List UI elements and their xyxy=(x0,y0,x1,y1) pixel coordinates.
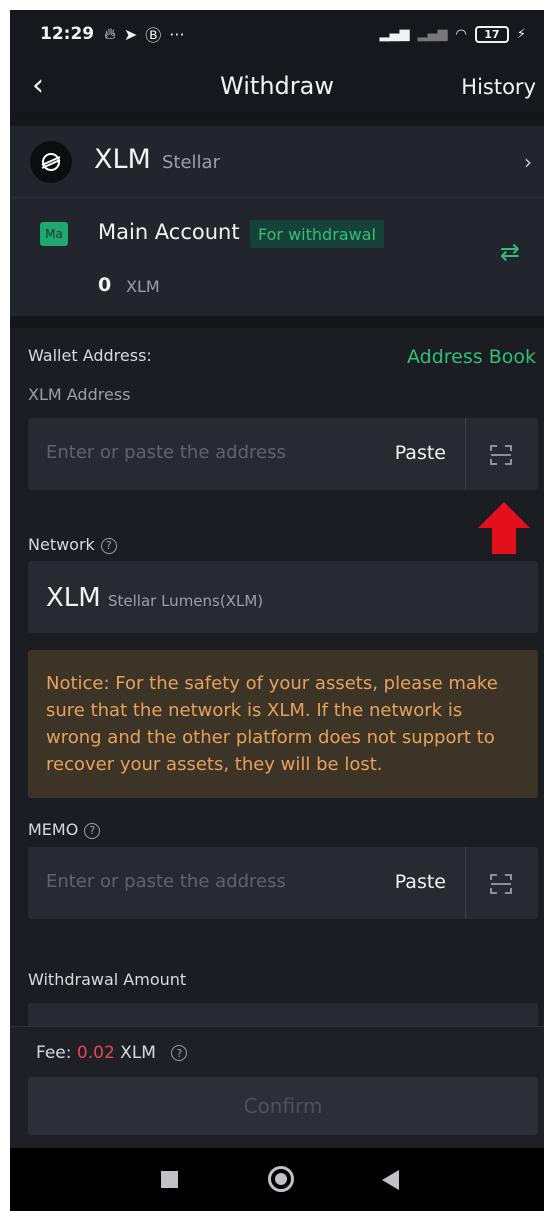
memo-paste-button[interactable]: Paste xyxy=(395,871,446,893)
signal-icon: ▂▄▆ xyxy=(379,26,410,42)
coin-name: Stellar xyxy=(162,152,220,173)
fee-unit: XLM xyxy=(120,1043,156,1063)
system-nav-bar xyxy=(10,1148,544,1211)
wifi-icon: ◠ xyxy=(455,26,467,42)
memo-input[interactable]: Enter or paste the address Paste xyxy=(28,847,538,919)
stellar-logo-icon xyxy=(30,141,72,183)
history-link[interactable]: History xyxy=(461,75,536,99)
home-icon[interactable] xyxy=(268,1166,294,1192)
balance-value: 0 xyxy=(98,274,112,296)
account-badge-icon: Ma xyxy=(40,222,68,246)
network-symbol: XLM xyxy=(46,583,101,613)
coin-selector[interactable]: XLM Stellar › xyxy=(10,126,544,198)
telegram-icon: ➤ xyxy=(123,24,138,44)
balance-unit: XLM xyxy=(126,277,160,296)
section-divider xyxy=(10,114,544,126)
memo-placeholder: Enter or paste the address xyxy=(46,871,286,892)
account-name: Main Account xyxy=(98,220,240,244)
scan-qr-icon[interactable] xyxy=(490,873,512,895)
signal-2-icon: ▂▄▆ xyxy=(417,26,448,42)
coin-symbol: XLM xyxy=(94,144,151,175)
xlm-address-label: XLM Address xyxy=(28,385,131,404)
status-time: 12:29 xyxy=(40,24,95,44)
red-arrow-annotation xyxy=(478,502,530,554)
network-notice: Notice: For the safety of your assets, p… xyxy=(28,650,538,798)
network-label: Network? xyxy=(28,535,117,554)
fee-value: 0.02 xyxy=(76,1043,115,1063)
status-bar: 12:29 🔥︎ ➤ Ⓑ ··· ▂▄▆ ▂▄▆ ◠ 17 ⚡︎ xyxy=(10,10,544,58)
account-block: Ma Main Account For withdrawal ⇄ 0 XLM xyxy=(10,198,544,316)
address-paste-button[interactable]: Paste xyxy=(395,442,446,464)
help-icon[interactable]: ? xyxy=(171,1045,188,1061)
recents-icon[interactable] xyxy=(161,1171,178,1188)
network-description: Stellar Lumens(XLM) xyxy=(108,592,264,610)
bottom-panel: Fee: 0.02 XLM ? Confirm xyxy=(10,1026,544,1148)
scan-qr-icon[interactable] xyxy=(490,444,512,466)
address-input[interactable]: Enter or paste the address Paste xyxy=(28,418,538,490)
chevron-right-icon: › xyxy=(524,150,532,174)
charging-icon: ⚡︎ xyxy=(516,26,526,42)
address-placeholder: Enter or paste the address xyxy=(46,442,286,463)
help-icon[interactable]: ? xyxy=(84,822,101,839)
app-screen: 12:29 🔥︎ ➤ Ⓑ ··· ▂▄▆ ▂▄▆ ◠ 17 ⚡︎ ‹ Withd… xyxy=(10,10,544,1211)
confirm-button[interactable]: Confirm xyxy=(28,1077,538,1135)
help-icon[interactable]: ? xyxy=(100,537,117,554)
flame-icon: 🔥︎ xyxy=(104,24,116,43)
withdrawal-amount-label: Withdrawal Amount xyxy=(28,970,187,989)
top-bar: ‹ Withdraw History xyxy=(10,58,544,114)
address-book-link[interactable]: Address Book xyxy=(407,346,536,368)
section-divider xyxy=(10,316,544,328)
wallet-address-label: Wallet Address: xyxy=(28,346,152,365)
bitcoin-icon: Ⓑ xyxy=(145,26,162,45)
memo-label: MEMO? xyxy=(28,820,101,839)
more-dots-icon: ··· xyxy=(169,24,185,44)
withdrawal-tag: For withdrawal xyxy=(250,220,384,248)
battery-icon: 17 xyxy=(474,25,509,43)
network-selector[interactable]: XLM Stellar Lumens(XLM) xyxy=(28,561,538,633)
nav-back-icon[interactable] xyxy=(382,1170,399,1190)
swap-account-icon[interactable]: ⇄ xyxy=(500,238,520,266)
fee-info: Fee: 0.02 XLM ? xyxy=(36,1043,188,1063)
